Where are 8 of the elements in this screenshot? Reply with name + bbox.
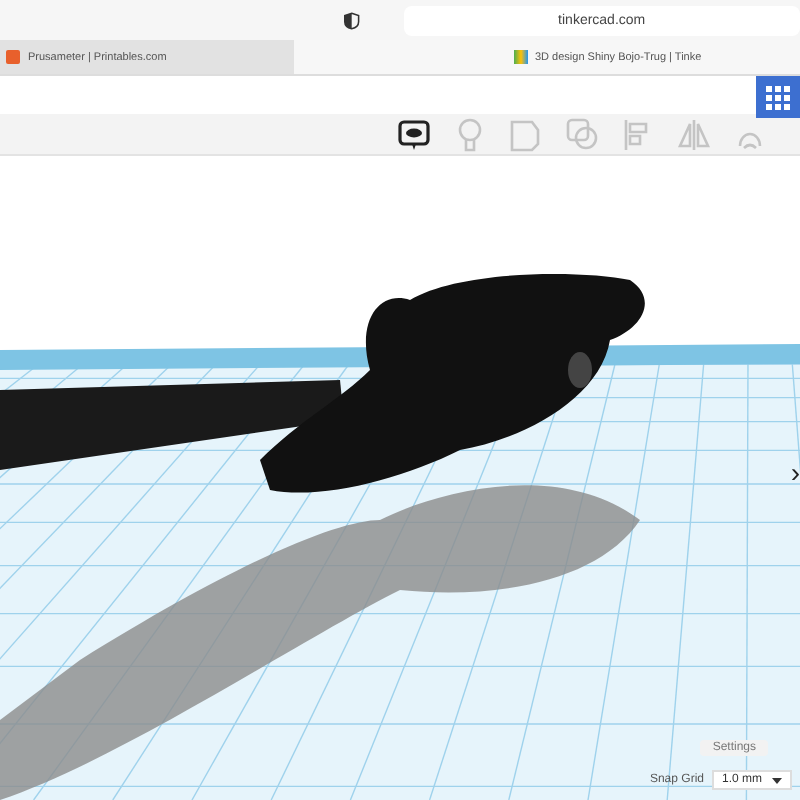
- note-icon[interactable]: [396, 116, 432, 152]
- grid-view-button[interactable]: [756, 76, 800, 118]
- colour-grid-icon: [513, 50, 527, 64]
- site-icon: [6, 50, 20, 64]
- shield-icon[interactable]: [344, 9, 360, 31]
- grid-icon: [766, 85, 790, 109]
- side-panel-arrow[interactable]: ›: [790, 456, 800, 488]
- caret-icon: [772, 775, 782, 785]
